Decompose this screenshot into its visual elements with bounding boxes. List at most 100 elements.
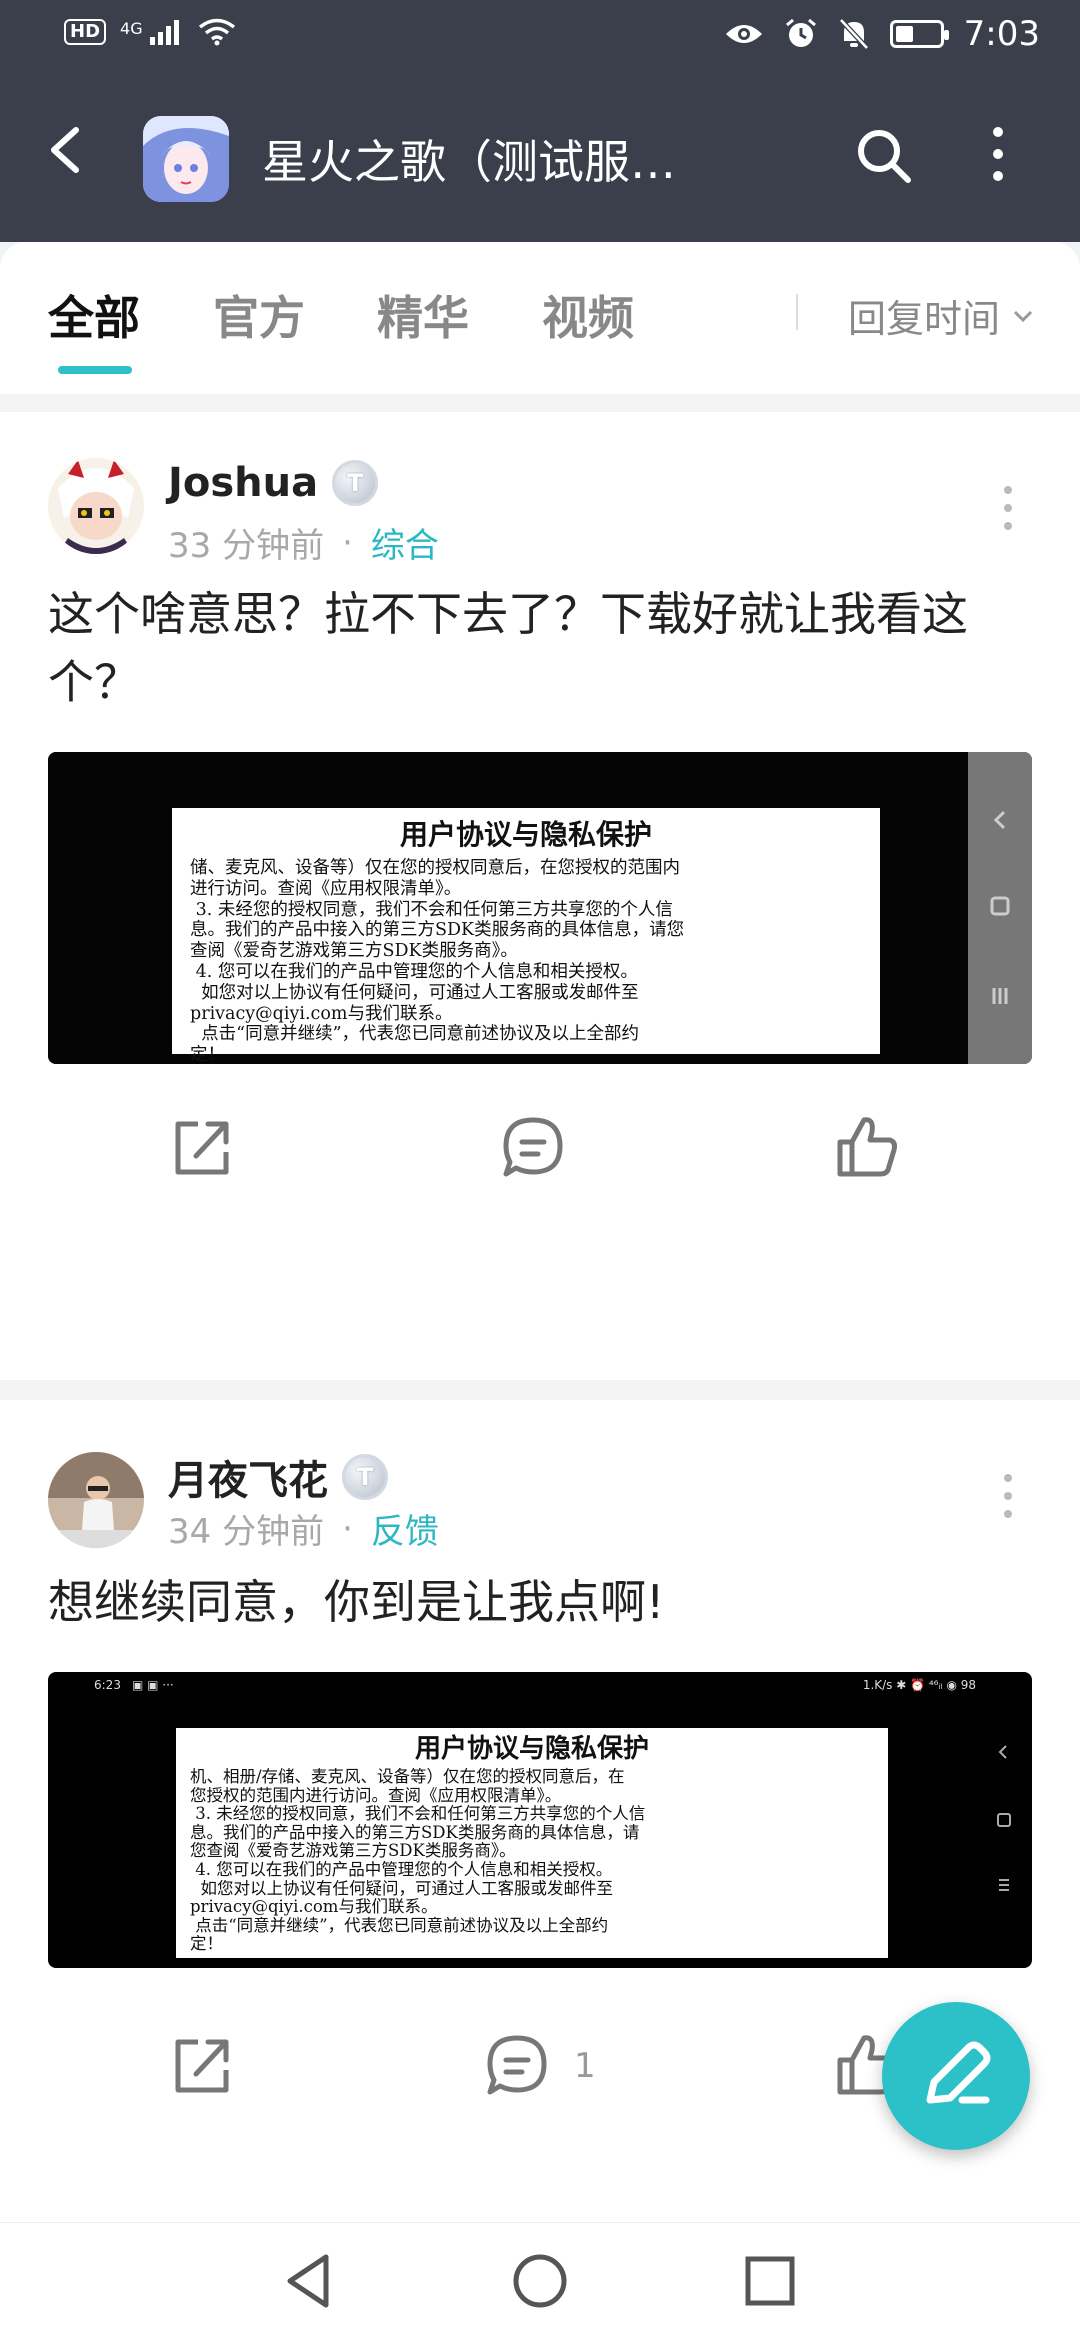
filter-tabs: 全部 官方 精华 视频 回复时间 xyxy=(0,242,1080,394)
game-avatar[interactable] xyxy=(143,116,229,202)
search-icon[interactable] xyxy=(852,124,916,188)
status-bar: HD 4G 7:03 xyxy=(0,0,1080,72)
status-left: HD 4G xyxy=(64,18,236,46)
agreement-line: 机、相册/存储、麦克风、设备等）仅在您的授权同意后，在 xyxy=(190,1767,625,1786)
agreement-dialog: 用户协议与隐私保护 机、相册/存储、麦克风、设备等）仅在您的授权同意后，在 您授权… xyxy=(176,1728,888,1958)
nav-recents-icon[interactable] xyxy=(738,2249,802,2313)
author-row: Joshua T xyxy=(168,460,379,506)
post-meta: 34 分钟前 · 反馈 xyxy=(168,1504,439,1553)
mute-bell-icon xyxy=(838,18,869,50)
agreement-body: 储、麦克风、设备等）仅在您的授权同意后，在您授权的范围内 进行访问。查阅《应用权限… xyxy=(190,858,862,1064)
agreement-line: 您查阅《爱奇艺游戏第三方SDK类服务商》。 xyxy=(190,1841,516,1861)
comment-icon[interactable] xyxy=(482,2030,552,2100)
screenshot-status-right: 1.K/s ✱ ⏰ ⁴⁶ᵢₗ ◉ 98 xyxy=(862,1678,976,1692)
agreement-line: 进行访问。查阅《应用权限清单》。 xyxy=(190,878,462,899)
nav-home-icon[interactable] xyxy=(508,2249,572,2313)
agreement-line: 如您对以上协议有任何疑问，可通过人工客服或发邮件至 xyxy=(190,982,639,1003)
meta-separator: · xyxy=(342,1508,353,1549)
eye-icon xyxy=(725,25,762,43)
wifi-icon xyxy=(198,18,235,46)
agreement-title: 用户协议与隐私保护 xyxy=(414,1734,649,1764)
page-title: 星火之歌（测试服… xyxy=(262,135,676,189)
author-row: 月夜飞花 T xyxy=(168,1448,388,1506)
battery-icon xyxy=(889,20,949,48)
agreement-body: 机、相册/存储、麦克风、设备等）仅在您的授权同意后，在 您授权的范围内进行访问。查… xyxy=(190,1767,874,1954)
compose-button[interactable] xyxy=(882,2002,1030,2150)
share-icon[interactable] xyxy=(168,1112,238,1182)
hd-badge: HD xyxy=(64,19,107,45)
avatar[interactable] xyxy=(48,458,144,554)
comment-icon[interactable] xyxy=(498,1112,568,1182)
app-bar: 星火之歌（测试服… xyxy=(0,72,1080,242)
tab-all[interactable]: 全部 xyxy=(48,282,140,348)
post-card[interactable]: Joshua T 33 分钟前 · 综合 这个啥意思？拉不下去了？下载好就让我看… xyxy=(0,412,1080,1380)
agreement-line: privacy@qiyi.com与我们联系。 xyxy=(190,1897,438,1917)
agreement-line: 3. 未经您的授权同意，我们不会和任何第三方共享您的个人信 xyxy=(190,899,673,920)
user-avatar-art xyxy=(48,458,144,554)
side-nav-strip xyxy=(968,752,1032,1064)
thumbs-up-icon[interactable] xyxy=(832,1112,902,1182)
agreement-line: 定！ xyxy=(190,1045,225,1064)
more-vertical-icon[interactable] xyxy=(996,1468,1020,1528)
more-vertical-icon[interactable] xyxy=(996,480,1020,540)
post-category[interactable]: 综合 xyxy=(371,518,439,567)
chevron-down-icon xyxy=(1013,310,1033,322)
author-name[interactable]: Joshua xyxy=(168,460,318,506)
post-time: 33 分钟前 xyxy=(168,526,325,566)
alarm-icon xyxy=(785,18,816,47)
back-arrow-icon[interactable] xyxy=(40,122,96,178)
tab-official[interactable]: 官方 xyxy=(213,282,305,348)
agreement-line: 息。我们的产品中接入的第三方SDK类服务商的具体信息，请您 xyxy=(190,920,685,941)
agreement-line: 4. 您可以在我们的产品中管理您的个人信息和相关授权。 xyxy=(190,961,638,982)
agreement-line: 点击“同意并继续”，代表您已同意前述协议及以上全部约 xyxy=(190,1915,609,1935)
agreement-dialog: 用户协议与隐私保护 储、麦克风、设备等）仅在您的授权同意后，在您授权的范围内 进行… xyxy=(172,808,880,1064)
agreement-line: 您授权的范围内进行访问。查阅《应用权限清单》。 xyxy=(190,1785,562,1805)
meta-separator: · xyxy=(342,522,353,563)
network-indicator: 4G xyxy=(120,19,184,45)
post-image[interactable]: 用户协议与隐私保护 储、麦克风、设备等）仅在您的授权同意后，在您授权的范围内 进行… xyxy=(48,752,1032,1064)
agreement-line: 点击“同意并继续”，代表您已同意前述协议及以上全部约 xyxy=(190,1024,640,1045)
tab-indicator xyxy=(58,366,132,374)
agreement-line: privacy@qiyi.com与我们联系。 xyxy=(190,1003,453,1024)
agreement-line: 息。我们的产品中接入的第三方SDK类服务商的具体信息，请 xyxy=(190,1822,640,1842)
agreement-title: 用户协议与隐私保护 xyxy=(399,818,652,851)
sort-label: 回复时间 xyxy=(848,297,1001,341)
tab-divider xyxy=(796,294,798,330)
agreement-line: 查阅《爱奇艺游戏第三方SDK类服务商》。 xyxy=(190,941,518,962)
system-nav-bar xyxy=(0,2222,1080,2340)
post-category[interactable]: 反馈 xyxy=(371,1504,439,1553)
post-text[interactable]: 想继续同意，你到是让我点啊! xyxy=(48,1568,1038,1636)
post-time: 34 分钟前 xyxy=(168,1512,325,1552)
agreement-line: 4. 您可以在我们的产品中管理您的个人信息和相关授权。 xyxy=(190,1859,613,1879)
agreement-line: 储、麦克风、设备等）仅在您的授权同意后，在您授权的范围内 xyxy=(190,858,680,878)
level-badge: T xyxy=(342,1454,388,1500)
share-icon[interactable] xyxy=(168,2030,238,2100)
post-image[interactable]: 6:23 ▣ ▣ ··· 1.K/s ✱ ⏰ ⁴⁶ᵢₗ ◉ 98 用户协议与隐私… xyxy=(48,1672,1032,1968)
user-avatar-art xyxy=(48,1452,144,1548)
agreement-line: 定！ xyxy=(190,1934,223,1954)
screenshot-time: 6:23 xyxy=(94,1678,121,1692)
game-avatar-art xyxy=(143,116,229,202)
agreement-line: 3. 未经您的授权同意，我们不会和任何第三方共享您的个人信 xyxy=(190,1804,646,1824)
agreement-line: 如您对以上协议有任何疑问，可通过人工客服或发邮件至 xyxy=(190,1878,614,1898)
tab-video[interactable]: 视频 xyxy=(542,282,634,348)
nav-back-icon[interactable] xyxy=(278,2249,342,2313)
more-vertical-icon[interactable] xyxy=(976,122,1020,186)
screenshot-status-left: ▣ ▣ ··· xyxy=(132,1678,174,1692)
compose-pen-icon xyxy=(926,2041,991,2104)
side-nav-icons xyxy=(997,1745,1011,1891)
sort-dropdown[interactable]: 回复时间 xyxy=(848,288,1034,343)
author-name[interactable]: 月夜飞花 xyxy=(168,1448,328,1506)
tab-featured[interactable]: 精华 xyxy=(377,282,469,348)
screenshot-status-bar: 6:23 ▣ ▣ ··· 1.K/s ✱ ⏰ ⁴⁶ᵢₗ ◉ 98 xyxy=(48,1672,1032,1698)
signal-icon xyxy=(149,20,179,45)
post-text[interactable]: 这个啥意思？拉不下去了？下载好就让我看这个？ xyxy=(48,580,1038,716)
comment-count: 1 xyxy=(574,2046,596,2086)
clock: 7:03 xyxy=(963,14,1040,54)
avatar[interactable] xyxy=(48,1452,144,1548)
status-right: 7:03 xyxy=(724,14,1040,54)
side-nav-icons xyxy=(990,810,1010,1004)
post-actions xyxy=(0,1112,1080,1212)
level-badge: T xyxy=(332,460,379,506)
post-meta: 33 分钟前 · 综合 xyxy=(168,518,439,567)
